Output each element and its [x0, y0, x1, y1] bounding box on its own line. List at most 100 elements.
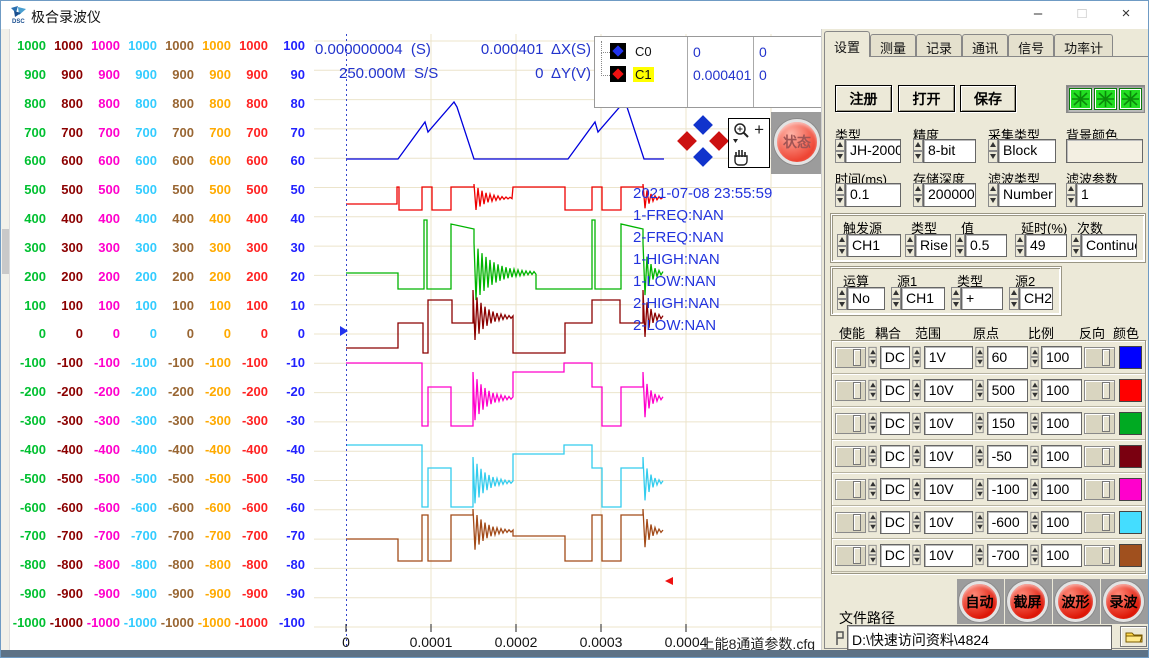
spinner-control[interactable]	[976, 413, 985, 433]
spinner-control[interactable]	[891, 287, 901, 310]
spinner-control[interactable]	[1066, 183, 1076, 207]
browse-folder-button[interactable]	[1120, 626, 1147, 647]
screenshot-button[interactable]: 截屏	[1007, 581, 1048, 622]
cursor-name[interactable]: C1	[633, 67, 654, 82]
invert-toggle[interactable]	[1084, 545, 1115, 566]
value-box[interactable]: Rise	[915, 234, 951, 257]
spinner-control[interactable]	[913, 512, 922, 532]
channel-color-swatch[interactable]	[1119, 544, 1142, 567]
spinner-control[interactable]	[976, 512, 985, 532]
spinner-control[interactable]	[1030, 545, 1039, 565]
origin-box[interactable]: 60	[987, 346, 1028, 369]
record-button[interactable]: 录波	[1103, 581, 1144, 622]
invert-toggle[interactable]	[1084, 446, 1115, 467]
channel-color-swatch[interactable]	[1119, 445, 1142, 468]
range-box[interactable]: 10V	[924, 511, 973, 534]
cursor-legend[interactable]: C000C10.0004010	[594, 36, 822, 108]
channel-color-swatch[interactable]	[1119, 346, 1142, 369]
enable-toggle[interactable]	[835, 446, 866, 467]
auto-button[interactable]: 自动	[959, 581, 1000, 622]
channel-color-swatch[interactable]	[1119, 478, 1142, 501]
spinner-control[interactable]	[976, 380, 985, 400]
minimize-button[interactable]: –	[1016, 1, 1060, 29]
coupling-box[interactable]: DC	[880, 379, 911, 402]
tab-设置[interactable]: 设置	[824, 31, 870, 57]
origin-box[interactable]: -100	[987, 478, 1028, 501]
spinner-control[interactable]	[976, 545, 985, 565]
enable-toggle[interactable]	[835, 479, 866, 500]
value-box[interactable]: CH1	[847, 234, 901, 257]
spinner-control[interactable]	[988, 139, 998, 163]
spinner-control[interactable]	[869, 446, 878, 466]
led-indicator[interactable]	[1069, 88, 1092, 110]
spinner-control[interactable]	[1030, 413, 1039, 433]
file-path-input[interactable]: D:\快速访问资料\4824	[847, 625, 1112, 650]
cursor-row[interactable]: C000	[595, 43, 821, 65]
crosshair-tool-icon[interactable]: +	[754, 120, 764, 140]
status-button[interactable]: 状态	[774, 119, 820, 165]
spinner-control[interactable]	[913, 347, 922, 367]
origin-box[interactable]: 150	[987, 412, 1028, 435]
spinner-control[interactable]	[1030, 380, 1039, 400]
value-box[interactable]: No	[847, 287, 885, 310]
coupling-box[interactable]: DC	[880, 511, 911, 534]
coupling-box[interactable]: DC	[880, 445, 911, 468]
graph-tool-palette[interactable]: +	[728, 118, 770, 168]
maximize-button[interactable]: □	[1060, 1, 1104, 29]
invert-toggle[interactable]	[1084, 347, 1115, 368]
ratio-box[interactable]: 100	[1041, 544, 1082, 567]
spinner-control[interactable]	[835, 139, 845, 163]
led-indicator[interactable]	[1119, 88, 1142, 110]
spinner-control[interactable]	[1030, 347, 1039, 367]
tab-记录[interactable]: 记录	[916, 34, 962, 57]
range-box[interactable]: 10V	[924, 445, 973, 468]
spinner-control[interactable]	[837, 234, 847, 257]
spinner-control[interactable]	[913, 380, 922, 400]
waveform-button[interactable]: 波形	[1055, 581, 1096, 622]
enable-toggle[interactable]	[835, 380, 866, 401]
close-button[interactable]: ×	[1104, 1, 1148, 29]
range-box[interactable]: 10V	[924, 544, 973, 567]
zoom-tool-icon[interactable]	[731, 121, 751, 145]
cursor-c0-icon[interactable]	[610, 43, 626, 59]
spinner-control[interactable]	[869, 512, 878, 532]
spinner-control[interactable]	[955, 234, 965, 257]
spinner-control[interactable]	[913, 545, 922, 565]
tab-通讯[interactable]: 通讯	[962, 34, 1008, 57]
value-box[interactable]	[1066, 139, 1143, 163]
origin-box[interactable]: -700	[987, 544, 1028, 567]
range-box[interactable]: 10V	[924, 379, 973, 402]
value-box[interactable]: Continue	[1081, 234, 1137, 257]
register-button[interactable]: 注册	[835, 85, 892, 112]
cursor-name[interactable]: C0	[633, 44, 654, 59]
value-box[interactable]: Number	[998, 183, 1056, 207]
enable-toggle[interactable]	[835, 512, 866, 533]
ratio-box[interactable]: 100	[1041, 346, 1082, 369]
spinner-control[interactable]	[976, 347, 985, 367]
led-indicator[interactable]	[1094, 88, 1117, 110]
pan-hand-tool-icon[interactable]	[733, 147, 751, 167]
save-button[interactable]: 保存	[960, 85, 1016, 112]
origin-box[interactable]: 500	[987, 379, 1028, 402]
spinner-control[interactable]	[951, 287, 961, 310]
cursor-c1-icon[interactable]	[610, 66, 626, 82]
spinner-control[interactable]	[869, 380, 878, 400]
value-box[interactable]: 0.5	[965, 234, 1007, 257]
range-box[interactable]: 10V	[924, 478, 973, 501]
spinner-control[interactable]	[913, 479, 922, 499]
spinner-control[interactable]	[1030, 512, 1039, 532]
spinner-control[interactable]	[905, 234, 915, 257]
spinner-control[interactable]	[1030, 446, 1039, 466]
enable-toggle[interactable]	[835, 413, 866, 434]
coupling-box[interactable]: DC	[880, 346, 911, 369]
spinner-control[interactable]	[1015, 234, 1025, 257]
spinner-control[interactable]	[837, 287, 847, 310]
value-box[interactable]: CH1	[901, 287, 945, 310]
tab-功率计[interactable]: 功率计	[1054, 34, 1113, 57]
ratio-box[interactable]: 100	[1041, 445, 1082, 468]
value-box[interactable]: 0.1	[845, 183, 901, 207]
invert-toggle[interactable]	[1084, 413, 1115, 434]
value-box[interactable]: Block	[998, 139, 1056, 163]
ratio-box[interactable]: 100	[1041, 478, 1082, 501]
range-box[interactable]: 1V	[924, 346, 973, 369]
